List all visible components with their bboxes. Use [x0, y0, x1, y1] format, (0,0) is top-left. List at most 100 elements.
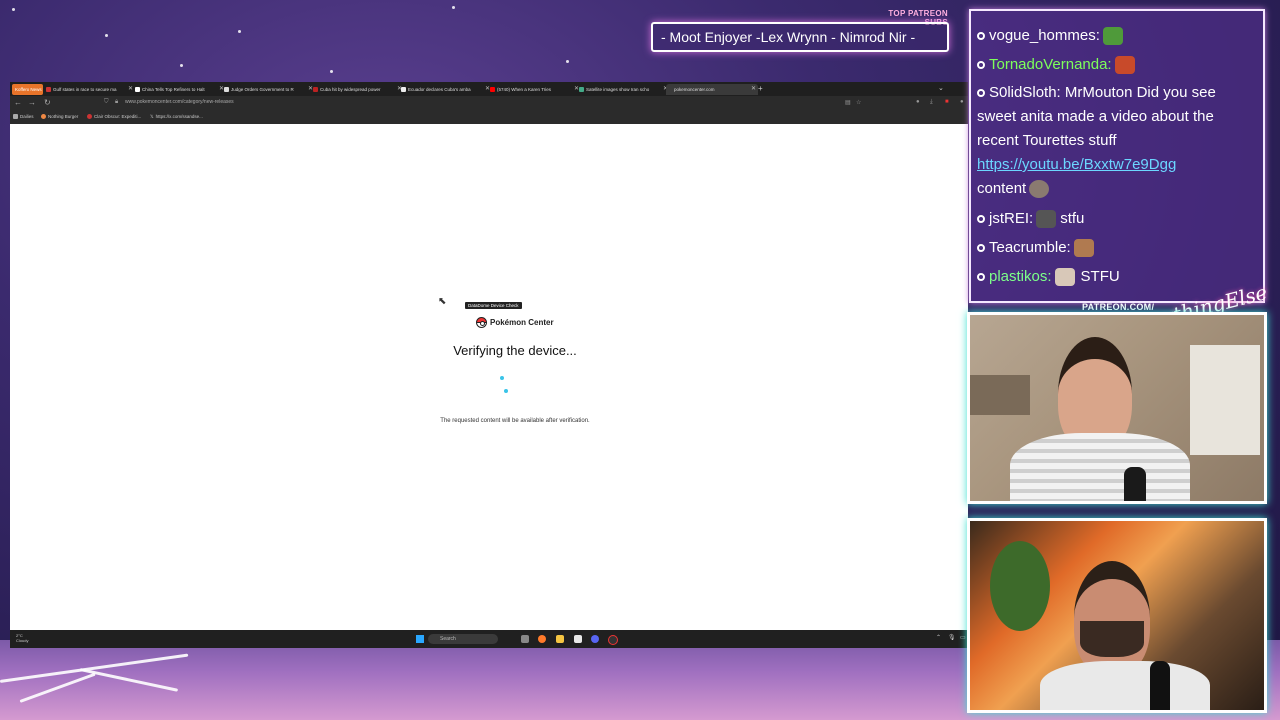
weather-desc: Cloudy: [16, 638, 29, 643]
bookmark-favicon-icon: [87, 114, 92, 120]
start-button[interactable]: [416, 635, 424, 643]
reload-icon[interactable]: ↻: [44, 98, 51, 107]
taskbar-search[interactable]: Search: [428, 634, 498, 644]
menu-icon[interactable]: ●: [960, 99, 964, 105]
new-tab-button[interactable]: +: [758, 84, 763, 93]
tab-favicon-icon: [401, 87, 406, 92]
pokeball-icon: [476, 317, 487, 328]
microphone-icon[interactable]: 🎙︎: [948, 634, 956, 641]
chat-link[interactable]: https://youtu.be/Bxxtw7e9Dgg: [977, 156, 1176, 173]
tab-label: Kofferx News: [15, 87, 42, 92]
address-bar: ← → ↻ ⛉ 🔒︎ www.pokemoncenter.com/categor…: [10, 96, 968, 110]
microphone-icon: [1124, 467, 1146, 501]
tab-label: China Tells Top Refiners to Halt: [142, 87, 205, 92]
chat-message: S0lidSloth: MrMouton Did you see sweet a…: [977, 81, 1245, 201]
chat-badge-icon: [977, 89, 985, 98]
chat-badge-icon: [977, 215, 985, 224]
url-field[interactable]: www.pokemoncenter.com/category/new-relea…: [125, 99, 234, 105]
tray-chevron-icon[interactable]: ⌃: [936, 634, 941, 641]
streamer-1-shirt: [1010, 433, 1190, 501]
tooltip: DataDome Device Check: [465, 302, 522, 309]
taskbar: 2°C Cloudy Search ⌃ 🎙︎ ▭: [10, 630, 968, 648]
tab-label: Gulf states in race to secure ma: [53, 87, 117, 92]
chat-message: TornadoVernanda:: [977, 56, 1135, 75]
lock-icon[interactable]: 🔒︎: [115, 99, 118, 106]
bookmark-nothing-burger[interactable]: Nothing Burger: [41, 114, 79, 120]
tab-ecuador-cuba[interactable]: Ecuador declares Cuba's amba ✕: [400, 84, 492, 95]
file-explorer-icon[interactable]: [556, 635, 564, 643]
tab-pokemoncenter[interactable]: pokemoncenter.com ✕: [666, 84, 758, 95]
pepe-emote-icon: [1102, 27, 1123, 46]
extension-red-icon[interactable]: ■: [945, 99, 949, 105]
streamer-2-beard: [1080, 621, 1144, 657]
bookmark-clair-obscur[interactable]: Clair Obscur: Expediti...: [87, 114, 141, 120]
weather-widget[interactable]: 2°C Cloudy: [16, 633, 28, 643]
search-label: Search: [440, 636, 456, 642]
pokemon-center-logo: Pokémon Center: [476, 317, 554, 328]
bookmark-label: Nothing Burger: [48, 114, 79, 119]
tab-label: Judge Orders Government to R: [231, 87, 294, 92]
tab-satellite-images[interactable]: Satellite images show Iran scho✕: [578, 84, 670, 95]
bookmark-star-icon[interactable]: ☆: [856, 99, 861, 106]
network-icon[interactable]: ▭: [960, 634, 966, 641]
emote-icon: [1114, 56, 1135, 75]
verification-note: The requested content will be available …: [440, 418, 590, 424]
chat-text: stfu: [1060, 210, 1085, 227]
obs-icon[interactable]: [608, 635, 618, 645]
chat-panel: vogue_hommes: TornadoVernanda: S0lidSlot…: [969, 9, 1265, 303]
brand-name: Pokémon Center: [490, 318, 554, 327]
page-content: ⬉ DataDome Device Check Pokémon Center V…: [10, 124, 968, 630]
tab-favicon-icon: [313, 87, 318, 92]
tab-bar: Kofferx News Gulf states in race to secu…: [10, 82, 968, 96]
discord-icon[interactable]: [591, 635, 599, 643]
tab-youtube-karen[interactable]: (5740) When a Karen Tries ✕: [489, 84, 581, 95]
chat-text: content: [977, 180, 1027, 197]
mouse-cursor-icon: ⬉: [438, 296, 447, 307]
chat-message: plastikos: STFU: [977, 268, 1120, 287]
chat-message: Teacrumble:: [977, 239, 1094, 258]
emote-icon: [1054, 268, 1075, 287]
extension-icon[interactable]: ●: [916, 99, 920, 105]
spinner-dot: [504, 389, 508, 393]
forward-icon[interactable]: →: [28, 98, 36, 107]
verifying-heading: Verifying the device...: [453, 343, 577, 358]
tab-kofferx-news[interactable]: Kofferx News: [12, 84, 43, 95]
spinner-dot: [500, 376, 504, 380]
tab-favicon-icon: [224, 87, 229, 92]
background-star: [452, 6, 455, 9]
background-star: [12, 8, 15, 11]
task-view-icon[interactable]: [521, 635, 529, 643]
bookmark-x-link[interactable]: 𝕏https://x.com/ssandse...: [150, 114, 203, 120]
chat-message: jstREI: stfu: [977, 210, 1085, 229]
downloads-icon[interactable]: ⤓: [930, 99, 933, 106]
bookmark-dailies[interactable]: Dailies: [13, 114, 34, 120]
chat-badge-icon: [977, 273, 985, 282]
chat-username: jstREI:: [989, 210, 1034, 227]
patreon-subs-box: - Moot Enjoyer -Lex Wrynn - Nimrod Nir -: [651, 22, 949, 52]
tab-list-chevron-icon[interactable]: ⌄: [938, 84, 944, 92]
tab-china-refiners[interactable]: China Tells Top Refiners to Halt ✕: [134, 84, 226, 95]
streamer-2-head: [1074, 561, 1150, 675]
close-tab-icon[interactable]: ✕: [128, 84, 133, 95]
tab-favicon-icon: [579, 87, 584, 92]
app-icon[interactable]: [574, 635, 582, 643]
reader-view-icon[interactable]: ▤: [845, 99, 851, 106]
cabinet: [1190, 345, 1260, 455]
background-star: [105, 34, 108, 37]
bookmark-favicon-icon: [41, 114, 46, 120]
browser-window: Kofferx News Gulf states in race to secu…: [10, 82, 968, 648]
tab-label: (5740) When a Karen Tries: [497, 87, 552, 92]
tab-judge-orders[interactable]: Judge Orders Government to R ✕: [223, 84, 315, 95]
back-icon[interactable]: ←: [14, 98, 22, 107]
tab-cuba-power[interactable]: Cuba hit by widespread power ✕: [312, 84, 404, 95]
webcam-streamer-1: [967, 312, 1267, 504]
microphone-icon: [1150, 661, 1170, 710]
tab-gulf-states[interactable]: Gulf states in race to secure ma ✕: [45, 84, 135, 95]
shield-icon[interactable]: ⛉: [104, 99, 109, 106]
close-tab-icon[interactable]: ✕: [751, 84, 756, 95]
tab-label: Ecuador declares Cuba's amba: [408, 87, 471, 92]
bookmark-label: Dailies: [20, 114, 34, 119]
webcam-streamer-2: [967, 518, 1267, 713]
bookmark-label: https://x.com/ssandse...: [155, 114, 203, 119]
firefox-icon[interactable]: [538, 635, 546, 643]
